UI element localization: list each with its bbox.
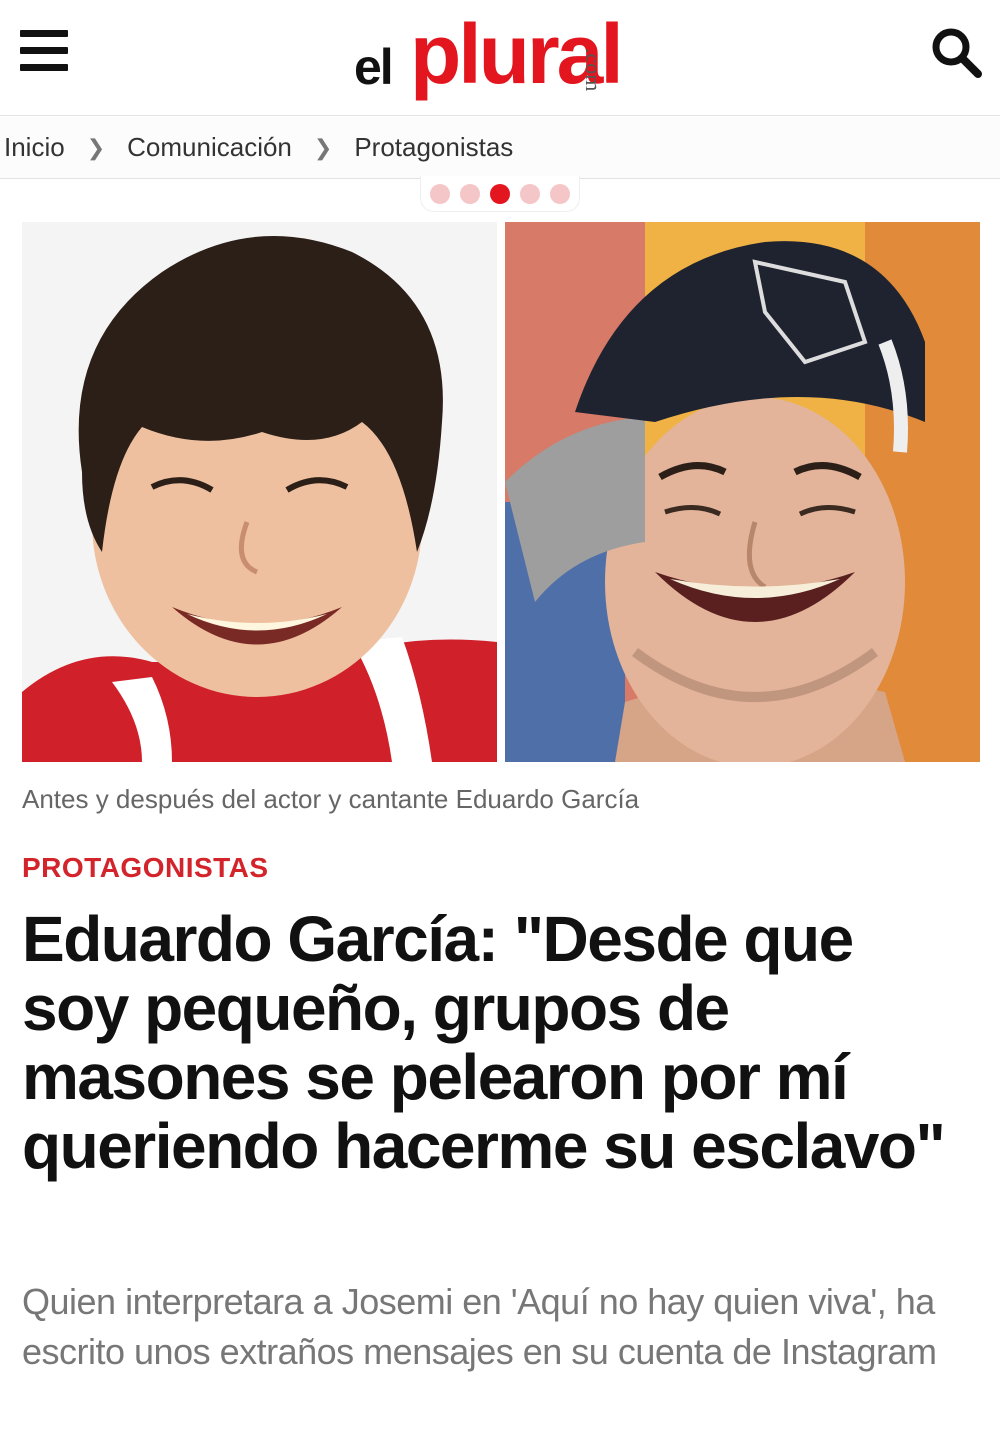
search-icon[interactable] — [930, 26, 982, 78]
breadcrumb-item-comunicacion[interactable]: Comunicación — [127, 132, 292, 163]
menu-bar — [20, 30, 68, 37]
site-logo[interactable]: el plural .com — [354, 6, 654, 106]
photo-before — [22, 222, 497, 762]
chevron-right-icon: ❯ — [313, 134, 333, 160]
menu-bar — [20, 47, 68, 54]
hamburger-menu-icon[interactable] — [20, 28, 70, 74]
pager-dots — [420, 176, 580, 212]
chevron-right-icon: ❯ — [86, 134, 106, 160]
pager-dot[interactable] — [520, 183, 540, 204]
pager-dot[interactable] — [550, 183, 570, 204]
pager-dot[interactable] — [430, 183, 450, 204]
breadcrumb: Inicio ❯ Comunicación ❯ Protagonistas — [0, 117, 1000, 179]
breadcrumb-item-inicio[interactable]: Inicio — [4, 132, 65, 163]
logo-com: .com — [581, 48, 606, 92]
breadcrumb-item-protagonistas[interactable]: Protagonistas — [354, 132, 513, 163]
category-label[interactable]: PROTAGONISTAS — [22, 852, 269, 884]
pager-dot-active[interactable] — [490, 183, 510, 204]
pager-dot[interactable] — [460, 183, 480, 204]
menu-bar — [20, 64, 68, 71]
image-caption: Antes y después del actor y cantante Edu… — [22, 784, 640, 814]
site-header: el plural .com — [0, 0, 1000, 116]
article-title: Eduardo García: "Desde que soy pequeño, … — [22, 903, 946, 1182]
hero-image — [22, 222, 980, 762]
article-subtitle: Quien interpretara a Josemi en 'Aquí no … — [22, 1281, 937, 1372]
logo-el: el — [354, 39, 394, 95]
photo-after — [505, 222, 980, 762]
